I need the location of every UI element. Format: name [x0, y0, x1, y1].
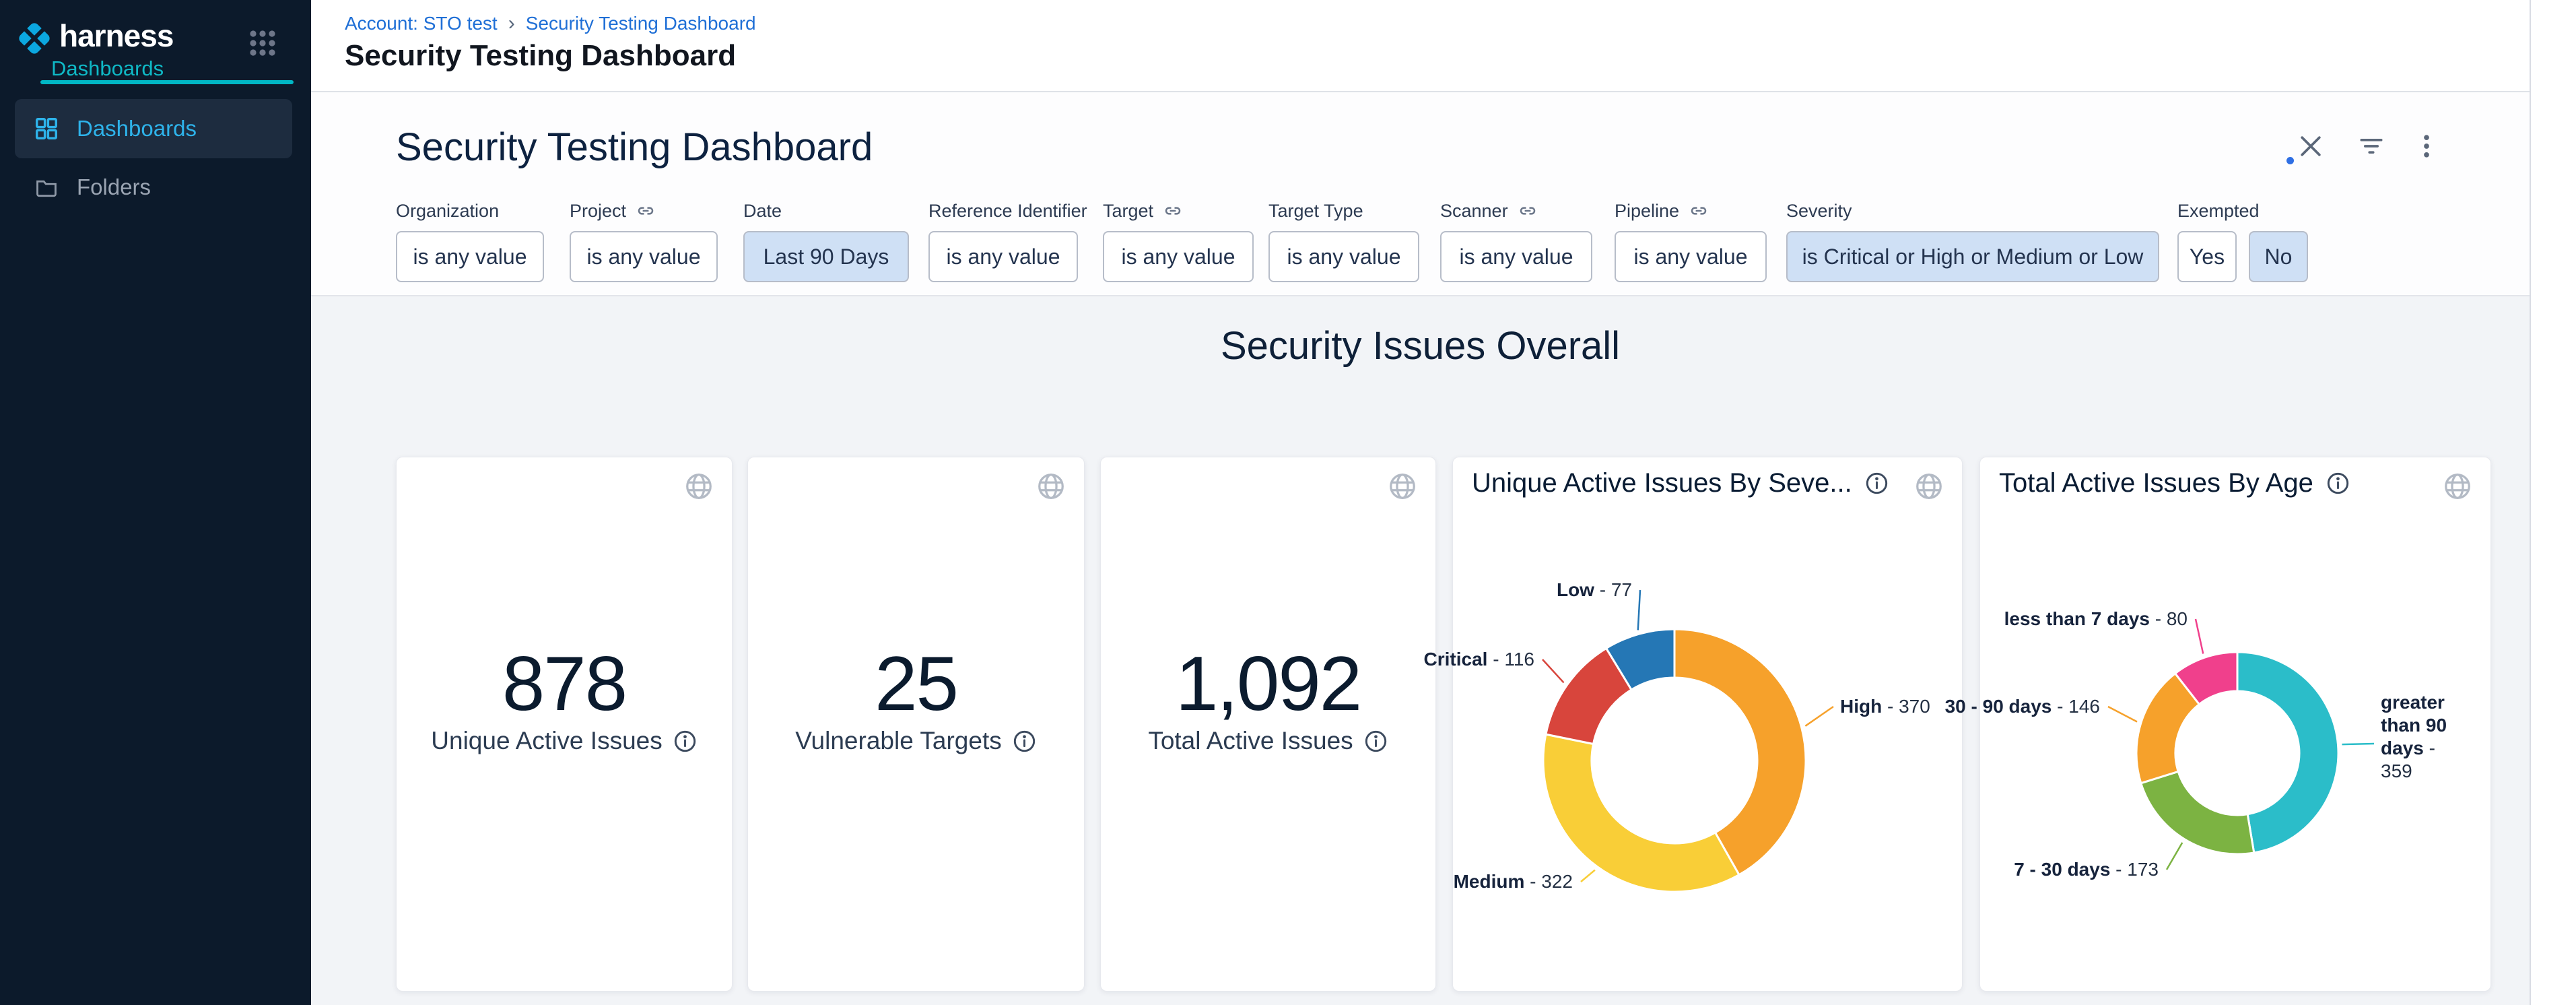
breadcrumb-dashboard-link[interactable]: Security Testing Dashboard: [526, 13, 756, 34]
filter-value-button[interactable]: is any value: [1103, 231, 1254, 282]
filter-date: Date Last 90 Days: [743, 199, 909, 282]
filter-label: Severity: [1786, 199, 2159, 223]
dashboard-title: Security Testing Dashboard: [396, 125, 873, 170]
chart-card-issues-by-severity: Unique Active Issues By Seve... High - 3…: [1452, 457, 1963, 992]
slice-label-medium: Medium - 322: [1454, 870, 1573, 893]
filter-scanner: Scanner is any value: [1440, 199, 1592, 282]
breadcrumb-chevron-icon: ›: [508, 12, 515, 35]
stat-card-vulnerable-targets: 25 Vulnerable Targets: [747, 457, 1085, 992]
label-leader-line: [2167, 843, 2182, 870]
filter-reference-identifier: Reference Identifier is any value: [928, 199, 1087, 282]
label-leader-line: [1805, 707, 1833, 726]
filter-value-button[interactable]: is any value: [928, 231, 1078, 282]
harness-logo-icon[interactable]: [15, 19, 54, 58]
globe-icon[interactable]: [683, 471, 714, 502]
chart-card-issues-by-age: Total Active Issues By Age greater than …: [1979, 457, 2491, 992]
dashboard-body: Security Issues Overall 878 Unique Activ…: [311, 296, 2530, 1005]
link-icon: [1689, 201, 1709, 221]
label-leader-line: [2108, 707, 2137, 722]
link-icon: [1518, 201, 1538, 221]
label-leader-line: [1581, 870, 1595, 882]
dashboard-filter-panel: Security Testing Dashboard Organization i…: [311, 92, 2530, 296]
slice-label-30-90-days: 30 - 90 days - 146: [1945, 695, 2100, 718]
sidebar-item-label: Folders: [77, 174, 151, 200]
slice-label-greater-than-90-days: greater than 90 days - 359: [2381, 691, 2448, 783]
filter-exempted: Exempted YesNo: [2177, 199, 2308, 282]
breadcrumb-account-link[interactable]: Account: STO test: [345, 13, 498, 34]
filter-value-button[interactable]: is Critical or High or Medium or Low: [1786, 231, 2159, 282]
slice-label-high: High - 370: [1840, 695, 1930, 718]
apps-grid-icon[interactable]: [246, 27, 279, 59]
label-leader-line: [2196, 619, 2203, 653]
slice-label-low: Low - 77: [1557, 579, 1632, 602]
info-icon[interactable]: [1363, 729, 1388, 754]
breadcrumb: Account: STO test › Security Testing Das…: [345, 12, 756, 35]
stat-label: Vulnerable Targets: [795, 727, 1001, 755]
filter-target: Target is any value: [1103, 199, 1254, 282]
filter-label: Reference Identifier: [928, 199, 1087, 223]
link-icon: [1163, 201, 1183, 221]
filter-label: Date: [743, 199, 909, 223]
stat-card-total-active-issues: 1,092 Total Active Issues: [1100, 457, 1436, 992]
filter-value-button[interactable]: Last 90 Days: [743, 231, 909, 282]
stat-value: 878: [397, 634, 732, 735]
filter-value-button[interactable]: is any value: [570, 231, 718, 282]
filter-icon[interactable]: [2357, 131, 2386, 161]
sidebar-item-dashboards[interactable]: Dashboards: [15, 99, 292, 158]
filter-label: Target: [1103, 199, 1254, 223]
sidebar: harness Dashboards Dashboards Folders: [0, 0, 311, 1005]
module-name: Dashboards: [51, 57, 164, 81]
donut-chart: [1453, 457, 1963, 992]
sidebar-divider: [40, 80, 294, 84]
filter-project: Project is any value: [570, 199, 718, 282]
filter-pipeline: Pipeline is any value: [1615, 199, 1767, 282]
filter-value-button[interactable]: is any value: [1440, 231, 1592, 282]
sidebar-item-folders[interactable]: Folders: [15, 164, 292, 211]
filter-label: Organization: [396, 199, 544, 223]
slice-label-7-30-days: 7 - 30 days - 173: [2014, 858, 2159, 881]
brand-name[interactable]: harness: [59, 18, 173, 54]
filter-option-yes[interactable]: Yes: [2177, 231, 2237, 282]
filter-label: Pipeline: [1615, 199, 1767, 223]
globe-icon[interactable]: [1387, 471, 1418, 502]
top-header: Account: STO test › Security Testing Das…: [311, 0, 2530, 92]
stat-label: Unique Active Issues: [431, 727, 662, 755]
donut-slice-7-30-days[interactable]: [2141, 771, 2254, 854]
close-icon[interactable]: [2296, 131, 2326, 161]
filter-value-button[interactable]: is any value: [396, 231, 544, 282]
label-leader-line: [1543, 659, 1564, 682]
section-heading: Security Issues Overall: [311, 323, 2530, 368]
filter-label: Target Type: [1268, 199, 1419, 223]
slice-label-critical: Critical - 116: [1424, 648, 1534, 671]
filter-option-no[interactable]: No: [2249, 231, 2308, 282]
stat-card-unique-active-issues: 878 Unique Active Issues: [396, 457, 733, 992]
donut-slice-medium[interactable]: [1543, 734, 1739, 892]
info-icon[interactable]: [1012, 729, 1037, 754]
link-icon: [636, 201, 656, 221]
kebab-menu-icon[interactable]: [2412, 131, 2441, 161]
page-title: Security Testing Dashboard: [345, 39, 736, 73]
label-leader-line: [1638, 590, 1640, 630]
filter-value-button[interactable]: is any value: [1615, 231, 1767, 282]
sidebar-item-label: Dashboards: [77, 116, 197, 141]
stat-value: 1,092: [1101, 634, 1435, 735]
filter-target-type: Target Type is any value: [1268, 199, 1419, 282]
filter-label: Project: [570, 199, 718, 223]
slice-label-less-than-7-days: less than 7 days - 80: [2004, 608, 2188, 630]
folder-icon: [34, 174, 59, 200]
info-icon[interactable]: [673, 729, 698, 754]
filter-value-button[interactable]: is any value: [1268, 231, 1419, 282]
cursor-dot: [2286, 157, 2294, 164]
filter-label: Scanner: [1440, 199, 1592, 223]
filter-organization: Organization is any value: [396, 199, 544, 282]
globe-icon[interactable]: [1036, 471, 1066, 502]
filter-severity: Severity is Critical or High or Medium or…: [1786, 199, 2159, 282]
filter-label: Exempted: [2177, 199, 2308, 223]
dashboards-grid-icon: [34, 116, 59, 141]
donut-slice-greater-than-90-days[interactable]: [2237, 652, 2338, 853]
donut-slice-high[interactable]: [1674, 629, 1806, 875]
scroll-gutter[interactable]: [2530, 0, 2576, 1005]
stat-value: 25: [748, 634, 1084, 735]
stat-label: Total Active Issues: [1148, 727, 1353, 755]
